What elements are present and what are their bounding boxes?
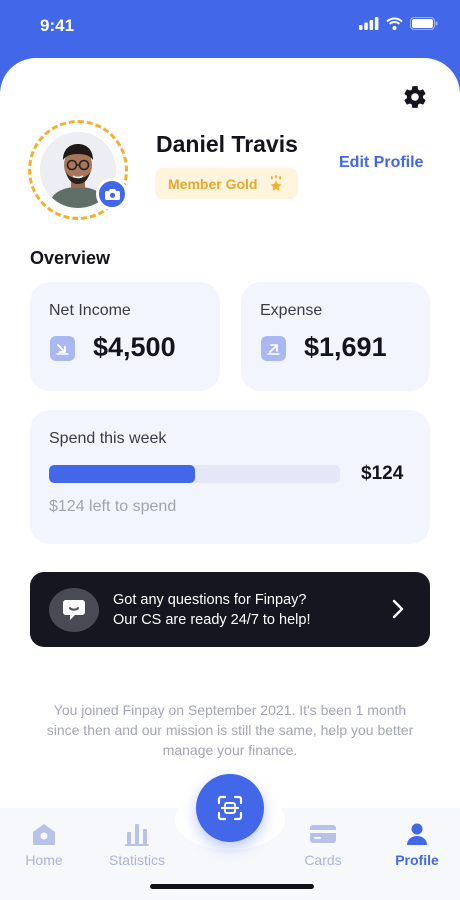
card-icon — [310, 825, 336, 843]
tab-profile[interactable]: Profile — [377, 822, 457, 868]
battery-icon — [410, 17, 438, 30]
expense-arrow-icon — [261, 336, 286, 361]
edit-profile-link[interactable]: Edit Profile — [339, 154, 423, 172]
weekly-spend-card[interactable]: Spend this week $124 $124 left to spend — [30, 410, 430, 544]
net-income-value: $4,500 — [93, 332, 176, 362]
statistics-icon — [125, 824, 149, 846]
overview-title: Overview — [30, 248, 111, 268]
signal-icon — [359, 17, 379, 30]
tab-profile-label: Profile — [395, 852, 439, 868]
tab-statistics[interactable]: Statistics — [97, 822, 177, 868]
membership-badge: Member Gold — [155, 168, 298, 199]
scan-icon — [217, 795, 243, 821]
tab-home[interactable]: Home — [4, 822, 84, 868]
crown-star-icon — [270, 174, 282, 191]
wifi-icon — [386, 17, 403, 30]
join-info-text: You joined Finpay on September 2021. It'… — [46, 702, 414, 758]
scan-button[interactable] — [196, 774, 264, 842]
status-icons — [359, 17, 438, 30]
support-line-1: Got any questions for Finpay? — [113, 592, 307, 608]
camera-icon — [104, 188, 120, 200]
income-arrow-icon — [50, 336, 75, 361]
spend-title: Spend this week — [49, 430, 167, 447]
net-income-label: Net Income — [49, 302, 131, 319]
spend-progress-bar — [49, 465, 340, 483]
status-time: 9:41 — [40, 16, 75, 35]
settings-gear-icon[interactable] — [402, 84, 428, 110]
change-photo-button[interactable] — [96, 178, 128, 210]
status-bar: 9:41 — [0, 0, 460, 52]
tab-home-label: Home — [25, 852, 63, 868]
support-line-2: Our CS are ready 24/7 to help! — [113, 612, 311, 628]
spend-amount: $124 — [361, 463, 404, 484]
home-icon — [33, 824, 55, 845]
chat-support-icon — [49, 588, 99, 632]
tab-cards-label: Cards — [304, 852, 342, 868]
avatar-container[interactable] — [28, 120, 128, 220]
customer-support-banner[interactable]: Got any questions for Finpay? Our CS are… — [30, 572, 430, 647]
user-name: Daniel Travis — [156, 131, 298, 157]
spend-progress-fill — [49, 465, 195, 483]
net-income-card[interactable]: Net Income $4,500 — [30, 282, 220, 391]
chevron-right-icon — [392, 599, 404, 619]
expense-card[interactable]: Expense $1,691 — [241, 282, 430, 391]
membership-label: Member Gold — [168, 175, 258, 192]
tab-statistics-label: Statistics — [108, 852, 165, 868]
tab-cards[interactable]: Cards — [283, 822, 363, 868]
expense-value: $1,691 — [304, 332, 387, 362]
spend-left-text: $124 left to spend — [49, 498, 177, 515]
profile-icon — [407, 823, 427, 845]
home-indicator — [150, 884, 314, 889]
expense-label: Expense — [260, 302, 323, 319]
